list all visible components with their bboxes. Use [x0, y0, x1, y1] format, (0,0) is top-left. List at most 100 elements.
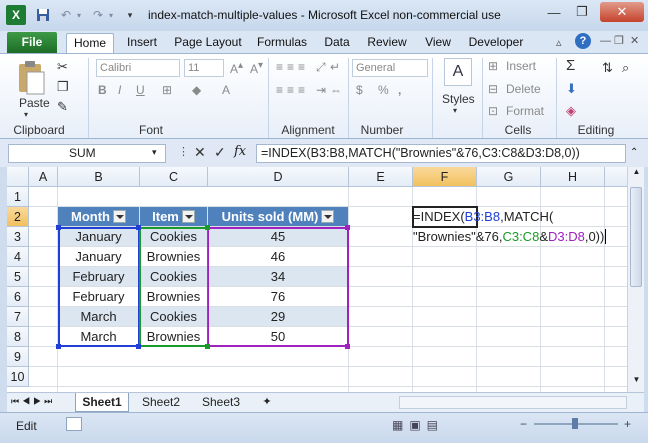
tab-page-layout[interactable]: Page Layout — [172, 33, 244, 53]
font-color-icon[interactable]: A — [222, 83, 230, 97]
sheet-tab-sheet3[interactable]: Sheet3 — [193, 393, 249, 412]
format-cells-icon[interactable]: ⊡ — [488, 104, 498, 118]
close-icon[interactable]: ✕ — [600, 2, 644, 22]
name-box-dropdown-icon[interactable]: ▾ — [152, 147, 157, 158]
underline-button[interactable]: U — [136, 83, 145, 97]
row-header-2[interactable]: 2 — [7, 207, 29, 227]
horizontal-align-icons[interactable]: ≡≡≡ — [276, 83, 309, 97]
cancel-icon[interactable]: ✕ — [194, 144, 206, 161]
format-painter-icon[interactable]: ✎ — [57, 99, 68, 115]
delete-cells-button[interactable]: Delete — [506, 82, 541, 96]
row-header-5[interactable]: 5 — [7, 267, 29, 287]
scroll-thumb[interactable] — [630, 187, 642, 287]
row-header-9[interactable]: 9 — [7, 347, 29, 367]
scroll-up-icon[interactable]: ▲ — [630, 167, 643, 181]
filter-dropdown-icon[interactable] — [321, 210, 335, 224]
fill-icon[interactable]: ⬇ — [566, 81, 577, 97]
column-header-g[interactable]: G — [477, 167, 541, 187]
sheet-tab-sheet1[interactable]: Sheet1 — [75, 393, 129, 412]
vertical-scrollbar[interactable]: ▲ ▼ — [627, 167, 644, 392]
sheet-tab-sheet2[interactable]: Sheet2 — [133, 393, 189, 412]
enter-icon[interactable]: ✓ — [214, 144, 226, 161]
number-format-combo[interactable]: General — [352, 59, 428, 77]
horizontal-scrollbar[interactable] — [399, 396, 627, 409]
insert-cells-button[interactable]: Insert — [506, 59, 536, 73]
grow-font-icon[interactable]: A▴ — [230, 60, 243, 76]
currency-button[interactable]: $ — [356, 83, 363, 97]
minimize-icon[interactable]: — — [540, 2, 568, 22]
zoom-slider-thumb[interactable] — [572, 418, 578, 429]
indent-icon[interactable]: ⇥ — [316, 83, 326, 97]
format-cells-button[interactable]: Format — [506, 104, 544, 118]
macro-record-icon[interactable] — [66, 417, 82, 431]
column-header-d[interactable]: D — [208, 167, 349, 187]
table-header-month[interactable]: Month — [58, 207, 140, 227]
range-handle[interactable] — [136, 344, 141, 349]
restore-icon[interactable]: ❐ — [568, 2, 596, 22]
range-handle[interactable] — [136, 225, 141, 230]
font-size-combo[interactable]: 11 — [184, 59, 224, 77]
undo-icon[interactable]: ↶ — [58, 7, 74, 23]
column-header-f[interactable]: F — [413, 167, 477, 187]
tab-formulas[interactable]: Formulas — [254, 33, 310, 53]
insert-function-icon[interactable]: fx — [234, 144, 246, 159]
row-header-4[interactable]: 4 — [7, 247, 29, 267]
ribbon-minimize-icon[interactable]: ▵ — [556, 36, 562, 49]
column-header-e[interactable]: E — [349, 167, 413, 187]
vertical-align-icons[interactable]: ≡≡≡ — [276, 60, 309, 74]
insert-cells-icon[interactable]: ⊞ — [488, 59, 498, 73]
save-icon[interactable] — [35, 7, 51, 23]
chevron-down-icon[interactable]: ▾ — [124, 7, 136, 23]
range-handle[interactable] — [205, 225, 210, 230]
styles-dropdown-icon[interactable]: ▾ — [453, 106, 457, 115]
range-handle[interactable] — [205, 344, 210, 349]
tab-home[interactable]: Home — [66, 33, 114, 53]
wrap-text-icon[interactable]: ↵ — [330, 60, 340, 74]
tab-data[interactable]: Data — [320, 33, 354, 53]
name-box[interactable]: SUM — [8, 144, 166, 163]
undo-dropdown-icon[interactable]: ▾ — [74, 7, 84, 23]
sheet-nav-icons[interactable]: ⏮◀▶⏭ — [11, 396, 55, 407]
paste-icon[interactable] — [14, 60, 48, 96]
redo-dropdown-icon[interactable]: ▾ — [106, 7, 116, 23]
sort-filter-icon[interactable]: ⇅ — [602, 60, 613, 76]
orientation-icon[interactable]: ⤢ — [316, 60, 326, 75]
tab-insert[interactable]: Insert — [122, 33, 162, 53]
paste-dropdown-icon[interactable]: ▾ — [24, 110, 28, 119]
column-header-c[interactable]: C — [140, 167, 208, 187]
doc-close-icon[interactable]: ✕ — [630, 34, 639, 47]
italic-button[interactable]: I — [118, 83, 121, 97]
range-handle[interactable] — [56, 225, 61, 230]
help-icon[interactable]: ? — [575, 33, 591, 49]
row-header-7[interactable]: 7 — [7, 307, 29, 327]
column-header-b[interactable]: B — [58, 167, 140, 187]
tab-view[interactable]: View — [420, 33, 456, 53]
clear-icon[interactable]: ◈ — [566, 103, 576, 119]
cell-edit-text[interactable]: =INDEX(B3:B8,MATCH( "Brownies"&76,C3:C8&… — [413, 207, 623, 251]
percent-button[interactable]: % — [378, 83, 389, 97]
tab-developer[interactable]: Developer — [466, 33, 526, 53]
range-handle[interactable] — [345, 344, 350, 349]
filter-dropdown-icon[interactable] — [112, 210, 126, 224]
zoom-in-icon[interactable]: + — [624, 417, 631, 431]
autosum-icon[interactable]: Σ — [566, 57, 575, 74]
row-header-1[interactable]: 1 — [7, 187, 29, 207]
font-name-combo[interactable]: Calibri — [96, 59, 180, 77]
styles-icon[interactable]: A — [444, 58, 472, 86]
insert-sheet-icon[interactable]: ✦ — [255, 393, 279, 412]
shrink-font-icon[interactable]: A▾ — [250, 60, 263, 76]
row-header-3[interactable]: 3 — [7, 227, 29, 247]
column-header-a[interactable]: A — [29, 167, 58, 187]
fill-color-icon[interactable]: ◆ — [192, 83, 201, 97]
scroll-down-icon[interactable]: ▼ — [630, 375, 643, 389]
view-buttons-icons[interactable]: ▦▣▤ — [392, 418, 444, 432]
filter-dropdown-icon[interactable] — [181, 210, 195, 224]
worksheet-grid[interactable]: A B C D E F G H 1 2 3 4 5 6 7 8 9 10 Mon… — [7, 167, 627, 392]
formula-input[interactable]: =INDEX(B3:B8,MATCH("Brownies"&76,C3:C8&D… — [256, 144, 626, 163]
styles-button[interactable]: Styles — [442, 92, 475, 106]
find-select-icon[interactable]: ⌕ — [622, 60, 629, 76]
comma-button[interactable]: , — [398, 83, 401, 97]
row-header-10[interactable]: 10 — [7, 367, 29, 387]
tab-file[interactable]: File — [7, 32, 57, 53]
redo-icon[interactable]: ↷ — [90, 7, 106, 23]
